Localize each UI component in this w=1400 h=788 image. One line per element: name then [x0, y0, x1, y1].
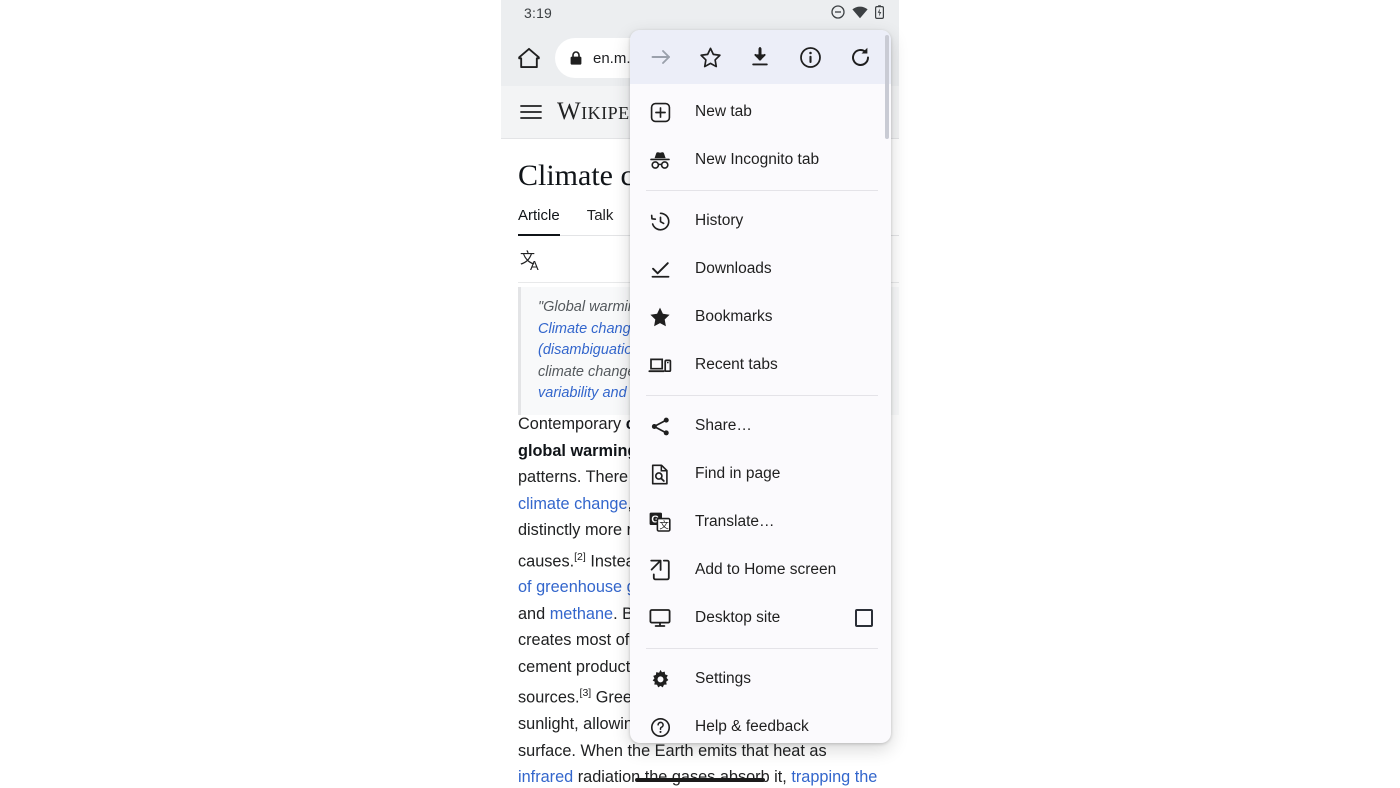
- menu-divider: [646, 190, 878, 191]
- citation-ref[interactable]: [3]: [580, 687, 592, 699]
- article-text: patterns. There: [518, 468, 629, 486]
- article-text: creates most of: [518, 631, 630, 650]
- menu-item-label: Help & feedback: [695, 718, 809, 735]
- menu-divider: [646, 395, 878, 396]
- article-text: Gree: [591, 688, 632, 707]
- menu-item-label: Desktop site: [695, 609, 781, 626]
- status-bar-clock: 3:19: [524, 5, 553, 21]
- home-icon[interactable]: [515, 44, 543, 72]
- article-body-line: infrared radiation the gases absorb it, …: [518, 764, 899, 788]
- find-in-page-icon: [648, 462, 672, 486]
- svg-text:文: 文: [659, 519, 669, 531]
- forward-arrow-icon[interactable]: [641, 37, 681, 77]
- article-bold-text: global warming: [518, 441, 638, 460]
- article-text: sources.: [518, 688, 580, 707]
- incognito-icon: [648, 148, 672, 172]
- menu-item-recent-tabs[interactable]: Recent tabs: [630, 341, 891, 389]
- article-text: Contemporary: [518, 415, 626, 433]
- article-text: cement product: [518, 657, 631, 676]
- menu-item-label: Settings: [695, 670, 752, 687]
- info-circle-icon[interactable]: [790, 37, 830, 77]
- lock-icon: [569, 50, 583, 66]
- menu-toolbar: [630, 30, 891, 84]
- menu-item-label: New tab: [695, 103, 752, 120]
- history-clock-icon: [648, 209, 672, 233]
- gesture-nav-bar[interactable]: [635, 778, 765, 782]
- article-link[interactable]: trapping the: [791, 768, 877, 786]
- download-icon[interactable]: [740, 37, 780, 77]
- plus-square-icon: [648, 100, 672, 124]
- article-link[interactable]: climate change: [518, 495, 628, 513]
- android-status-bar: 3:19: [501, 0, 899, 30]
- menu-item-label: Find in page: [695, 465, 781, 482]
- menu-item-find-in-page[interactable]: Find in page: [630, 450, 891, 498]
- hamburger-menu-icon[interactable]: [519, 102, 543, 122]
- article-text: and: [518, 604, 550, 623]
- help-circle-icon: [648, 715, 672, 739]
- battery-icon: [875, 5, 884, 19]
- menu-item-new-tab[interactable]: New tab: [630, 88, 891, 136]
- wordmark-w: W: [557, 98, 582, 125]
- menu-item-label: Translate…: [695, 513, 775, 530]
- article-link[interactable]: methane: [550, 605, 613, 623]
- do-not-disturb-icon: [831, 5, 845, 19]
- menu-item-downloads[interactable]: Downloads: [630, 245, 891, 293]
- screenshot-root: 3:19 en.m.w WIKIPE Climate c Article Tal…: [0, 0, 1400, 788]
- citation-ref[interactable]: [2]: [574, 551, 586, 563]
- wifi-icon: [852, 6, 868, 19]
- hatnote-link[interactable]: Climate change: [538, 321, 639, 337]
- article-text: surface. When the Earth emits that heat …: [518, 741, 827, 760]
- article-link[interactable]: of greenhouse g: [518, 578, 636, 596]
- article-text: sunlight, allowin: [518, 715, 633, 734]
- wordmark-rest: IKIPE: [581, 103, 630, 123]
- menu-item-label: Downloads: [695, 260, 772, 277]
- status-bar-system-icons: [831, 5, 884, 19]
- article-text: causes.: [518, 551, 575, 570]
- tab-article[interactable]: Article: [518, 207, 560, 236]
- downloads-check-icon: [648, 257, 672, 281]
- share-icon: [648, 414, 672, 438]
- menu-item-settings[interactable]: Settings: [630, 655, 891, 703]
- wikipedia-wordmark: WIKIPE: [557, 98, 630, 126]
- menu-item-label: History: [695, 212, 744, 229]
- reload-icon[interactable]: [840, 37, 880, 77]
- article-link[interactable]: infrared: [518, 768, 573, 786]
- desktop-monitor-icon: [648, 606, 672, 630]
- star-outline-icon[interactable]: [691, 37, 731, 77]
- menu-item-label: Bookmarks: [695, 308, 773, 325]
- menu-item-share[interactable]: Share…: [630, 402, 891, 450]
- menu-item-label: Add to Home screen: [695, 561, 837, 578]
- menu-item-help-and-feedback[interactable]: Help & feedback: [630, 703, 891, 743]
- article-text: Instea: [585, 551, 635, 570]
- menu-item-add-to-home-screen[interactable]: Add to Home screen: [630, 546, 891, 594]
- menu-item-list: New tab New Incognito tab History Downloads…: [630, 84, 891, 743]
- menu-item-new-incognito-tab[interactable]: New Incognito tab: [630, 136, 891, 184]
- language-translate-icon[interactable]: 文 A: [519, 248, 545, 274]
- desktop-site-checkbox[interactable]: [855, 609, 873, 627]
- article-text: distinctly more r: [518, 521, 632, 539]
- chrome-overflow-menu: New tab New Incognito tab History Downloads…: [630, 30, 891, 743]
- menu-item-bookmarks[interactable]: Bookmarks: [630, 293, 891, 341]
- svg-text:A: A: [530, 258, 539, 273]
- star-filled-icon: [648, 305, 672, 329]
- page-title: Climate c: [518, 159, 634, 192]
- menu-item-desktop-site[interactable]: Desktop site: [630, 594, 891, 642]
- translate-icon: G文: [648, 510, 672, 534]
- menu-item-label: Recent tabs: [695, 356, 778, 373]
- gear-icon: [648, 667, 672, 691]
- menu-scrollbar-thumb[interactable]: [885, 35, 889, 139]
- recent-tabs-icon: [648, 353, 672, 377]
- tab-talk[interactable]: Talk: [587, 207, 614, 235]
- menu-item-history[interactable]: History: [630, 197, 891, 245]
- menu-item-label: Share…: [695, 417, 752, 434]
- menu-item-translate[interactable]: G 文 Translate…: [630, 498, 891, 546]
- add-to-home-screen-icon: [648, 558, 672, 582]
- menu-divider: [646, 648, 878, 649]
- menu-item-label: New Incognito tab: [695, 151, 820, 168]
